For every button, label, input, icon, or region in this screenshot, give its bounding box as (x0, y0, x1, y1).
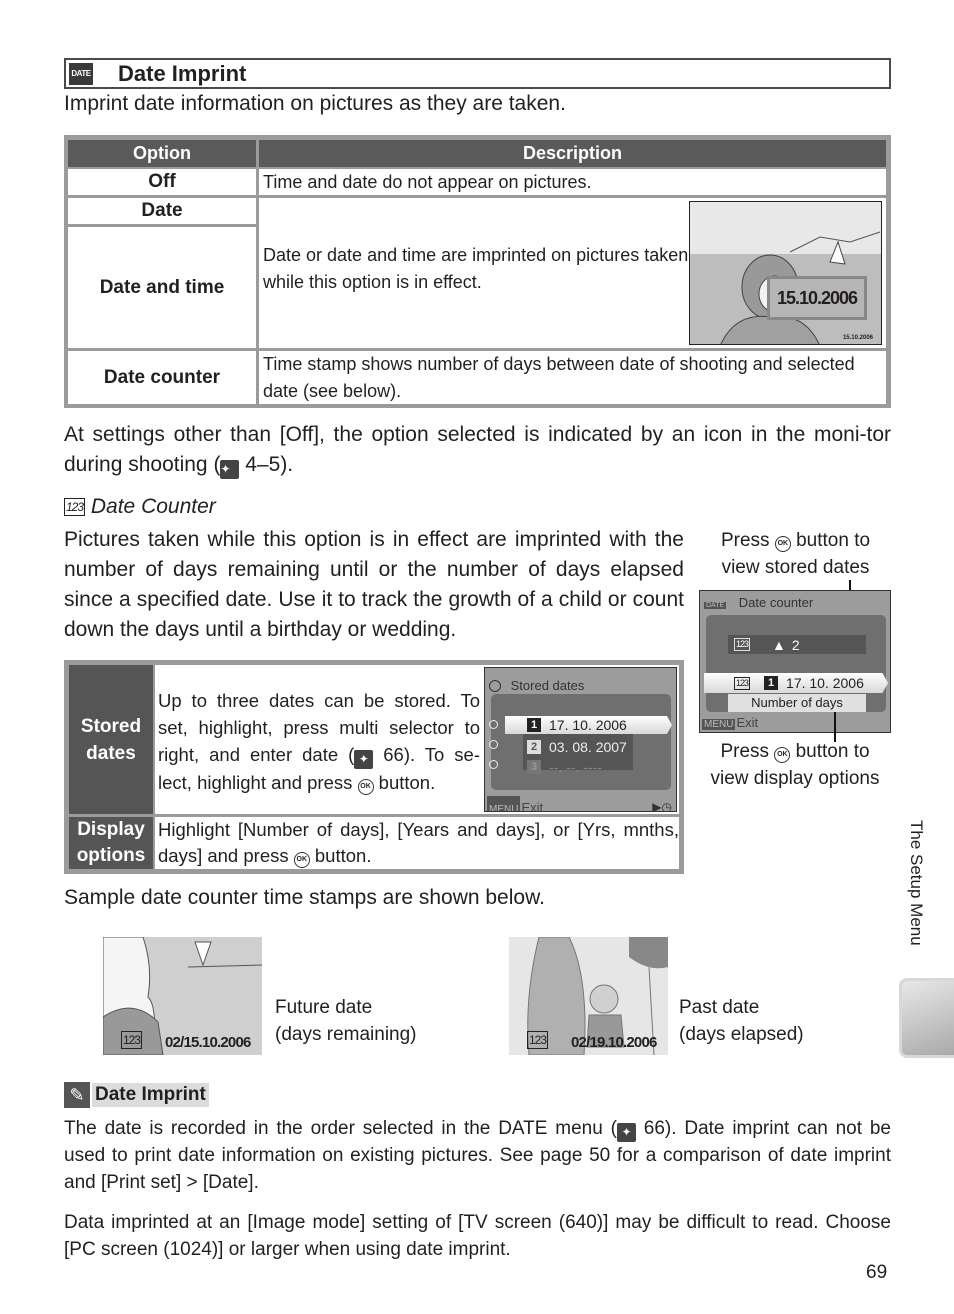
sample-stamp: 02/15.10.2006 (165, 1034, 251, 1051)
date-counter-title: Date Counter (90, 495, 216, 518)
note-heading: ✎ Date Imprint (64, 1082, 209, 1108)
date-counter-icon: 123 (734, 638, 751, 651)
date-counter-icon: 123 (734, 676, 751, 690)
pencil-icon: ✎ (64, 1082, 90, 1108)
date-counter-heading: 123 Date Counter (64, 495, 216, 519)
imprinted-date: 15.10.2006 (842, 335, 873, 341)
display-options-description: Highlight [Number of days], [Years and d… (155, 817, 679, 869)
triangle-icon: ▲ (772, 636, 786, 653)
menu-button-icon: MENU (702, 719, 736, 730)
stored-date-row[interactable]: 1 17. 10. 2006 (505, 716, 672, 734)
stored-dates-label: Stored dates (69, 665, 153, 814)
portrait-sketch (720, 231, 881, 344)
samples-intro: Sample date counter time stamps are show… (64, 886, 545, 909)
option-date-counter-description: Time stamp shows number of days between … (259, 351, 886, 404)
option-date-counter: Date counter (68, 351, 256, 404)
section-heading: DATE Date Imprint (64, 58, 891, 89)
radio[interactable] (489, 740, 498, 749)
page-reference-icon: ✦ (220, 460, 240, 479)
note-title: Date Imprint (92, 1083, 209, 1107)
note-paragraph-2: Data imprinted at an [Image mode] settin… (64, 1212, 891, 1260)
option-off: Off (68, 169, 256, 195)
display-options-label: Display options (69, 817, 153, 869)
date-counter-icon: 123 (64, 498, 86, 516)
callout-display-options: Press OK button to view display options (710, 741, 880, 789)
sample-photo-past: 123 02/19.10.2006 (509, 937, 668, 1055)
sample-stamp: 02/19.10.2006 (571, 1034, 657, 1051)
date-menu-icon: DATE (704, 602, 727, 609)
stored-dates-screen: Stored dates 1 17. 10. 2006 2 03. 08. 20… (484, 667, 677, 812)
option-date-and-time: Date and time (68, 227, 256, 348)
section-tab-label: The Setup Menu (907, 820, 926, 946)
date-menu-icon: DATE (69, 62, 93, 85)
options-table: Option Description Off Time and date do … (64, 135, 891, 408)
intro-text: Imprint date information on pictures as … (64, 92, 566, 115)
display-option-row[interactable]: Number of days (728, 694, 866, 712)
date-counter-body: Pictures taken while this option is in e… (64, 528, 684, 641)
sample-label-future: Future date (days remaining) (275, 997, 417, 1045)
menu-button-icon: MENU (487, 796, 521, 811)
date-description: Date or date and time are imprinted on p… (263, 245, 689, 292)
ok-button-icon: OK (774, 536, 791, 552)
date-counter-icon: 123 (527, 1031, 549, 1049)
radio[interactable] (489, 760, 498, 769)
page-number: 69 (866, 1262, 888, 1283)
stored-dates-table: Stored dates Up to three dates can be st… (64, 660, 684, 874)
column-header-description: Description (259, 140, 886, 167)
ok-button-icon: OK (357, 779, 374, 795)
option-off-description: Time and date do not appear on pictures. (259, 169, 886, 195)
date-counter-screen: DATE Date counter 123 ▲ 2 123 1 17. 10. … (699, 590, 891, 733)
page-reference-icon: ✦ (354, 750, 374, 769)
radio-selected[interactable] (489, 720, 498, 729)
sample-photo-future: 123 02/15.10.2006 (103, 937, 262, 1055)
set-clock-icon: ▶◷ (652, 800, 672, 812)
page-reference-icon: ✦ (616, 1123, 636, 1142)
date-description-cell: Date or date and time are imprinted on p… (259, 198, 886, 348)
option-date: Date (68, 198, 256, 224)
note-paragraph-1: The date is recorded in the order select… (64, 1118, 891, 1193)
settings-note: At settings other than [Off], the option… (64, 420, 891, 480)
callout-stored-dates: Press OK button to view stored dates (720, 530, 871, 578)
stored-date-row[interactable]: 3 --. --. ---- (527, 758, 602, 776)
counter-value-row: 123 ▲ 2 (728, 635, 866, 654)
clock-icon (489, 680, 501, 692)
date-imprint-illustration: 15.10.2006 15.10.2006 (689, 201, 882, 345)
ok-button-icon: OK (293, 852, 310, 868)
selected-date-row[interactable]: 123 1 17. 10. 2006 (704, 673, 888, 693)
stored-dates-description: Up to three dates can be stored. To set,… (155, 665, 679, 814)
ok-button-icon: OK (774, 747, 791, 763)
section-tab (899, 978, 954, 1058)
sample-label-past: Past date (days elapsed) (679, 997, 804, 1045)
screen-title: Date counter (738, 595, 814, 610)
section-title: Date Imprint (118, 60, 247, 86)
date-counter-icon: 123 (121, 1031, 143, 1049)
screen-title: Stored dates (510, 678, 585, 693)
date-callout: 15.10.2006 (767, 276, 867, 320)
column-header-option: Option (68, 140, 256, 167)
